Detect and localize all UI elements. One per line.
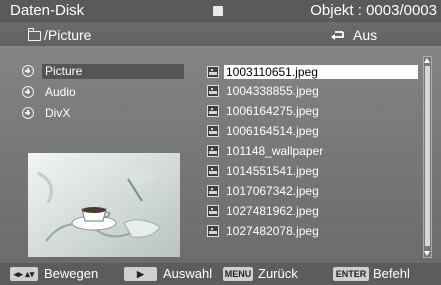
play-key-icon: ▶ bbox=[124, 267, 157, 281]
image-file-icon bbox=[207, 105, 219, 117]
category-picture[interactable]: Picture bbox=[20, 63, 185, 80]
file-item[interactable]: 1004338855.jpeg bbox=[207, 82, 422, 99]
key-help-bar: ◂▸ ▴▾ Bewegen ▶ Auswahl MENU Zurück ENTE… bbox=[0, 263, 441, 285]
command-label: Befehl bbox=[373, 266, 410, 281]
expand-icon bbox=[22, 86, 34, 98]
image-file-icon bbox=[207, 205, 219, 217]
file-item[interactable]: 1017067342.jpeg bbox=[207, 182, 422, 199]
repeat-icon bbox=[331, 31, 344, 40]
file-name: 1003110651.jpeg bbox=[224, 65, 418, 79]
file-name: 1027481962.jpeg bbox=[226, 204, 319, 218]
file-item[interactable]: 1027481962.jpeg bbox=[207, 202, 422, 219]
category-label: Audio bbox=[45, 85, 76, 99]
repeat-mode[interactable]: Aus bbox=[353, 27, 377, 43]
move-label: Bewegen bbox=[44, 266, 99, 281]
category-divx[interactable]: DivX bbox=[20, 105, 185, 122]
object-counter: Objekt : 0003/0003 bbox=[310, 2, 437, 19]
folder-icon bbox=[27, 28, 41, 41]
file-item[interactable]: 1003110651.jpeg bbox=[207, 63, 422, 80]
category-label: DivX bbox=[45, 106, 71, 120]
image-file-icon bbox=[207, 165, 219, 177]
file-name: 1004338855.jpeg bbox=[226, 84, 319, 98]
file-item[interactable]: 1006164514.jpeg bbox=[207, 122, 422, 139]
file-name: 1014551541.jpeg bbox=[226, 164, 319, 178]
file-item[interactable]: 1006164275.jpeg bbox=[207, 102, 422, 119]
expand-icon bbox=[22, 107, 34, 119]
preview-image bbox=[28, 153, 180, 257]
file-name: 101148_wallpaper bbox=[226, 144, 324, 158]
image-preview bbox=[28, 153, 180, 257]
image-file-icon bbox=[207, 85, 219, 97]
current-path: /Picture bbox=[44, 27, 92, 43]
file-name: 1027482078.jpeg bbox=[226, 224, 319, 238]
file-browser-screen: Daten-Disk Objekt : 0003/0003 /Picture A… bbox=[0, 0, 441, 285]
arrow-keys-icon: ◂▸ ▴▾ bbox=[10, 267, 38, 281]
menu-key-icon: MENU bbox=[223, 267, 253, 281]
file-item[interactable]: 1014551541.jpeg bbox=[207, 162, 422, 179]
title-bar: Daten-Disk Objekt : 0003/0003 bbox=[0, 0, 441, 22]
image-file-icon bbox=[207, 225, 219, 237]
file-name: 1006164275.jpeg bbox=[226, 104, 319, 118]
file-item[interactable]: 101148_wallpaper bbox=[207, 142, 422, 159]
select-label: Auswahl bbox=[163, 266, 213, 281]
image-file-icon bbox=[207, 145, 219, 157]
file-name: 1017067342.jpeg bbox=[226, 184, 319, 198]
scroll-up-arrow-icon[interactable] bbox=[424, 58, 430, 63]
scrollbar[interactable] bbox=[423, 56, 432, 258]
disc-title: Daten-Disk bbox=[10, 2, 85, 19]
back-label: Zurück bbox=[258, 266, 298, 281]
stop-icon bbox=[213, 6, 223, 16]
scroll-down-arrow-icon[interactable] bbox=[424, 251, 430, 256]
expand-icon bbox=[22, 65, 34, 77]
image-file-icon bbox=[207, 125, 219, 137]
scrollbar-thumb[interactable] bbox=[425, 66, 430, 246]
image-file-icon bbox=[207, 66, 219, 78]
enter-key-icon: ENTER bbox=[333, 267, 369, 281]
file-item[interactable]: 1027482078.jpeg bbox=[207, 222, 422, 239]
category-audio[interactable]: Audio bbox=[20, 84, 185, 101]
file-name: 1006164514.jpeg bbox=[226, 124, 319, 138]
image-file-icon bbox=[207, 185, 219, 197]
category-label: Picture bbox=[42, 64, 184, 79]
